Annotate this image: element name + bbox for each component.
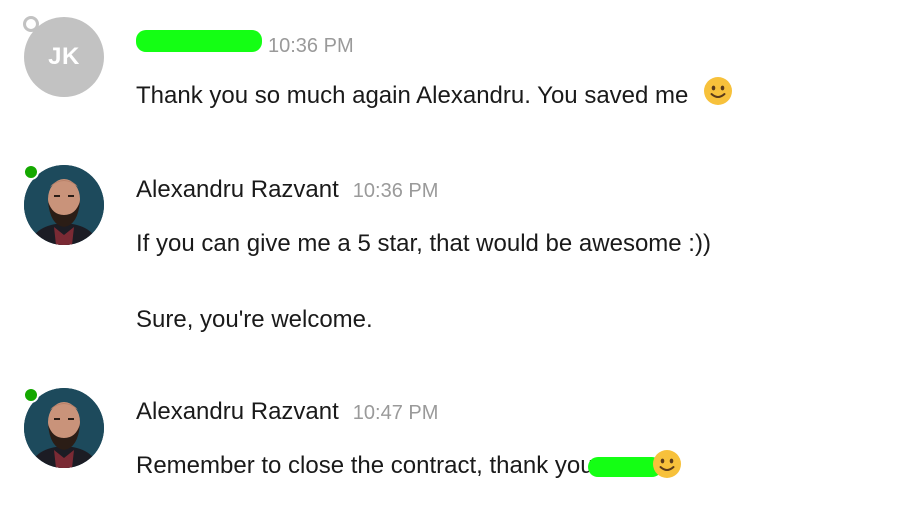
message-text: Remember to close the contract, thank yo… [136,449,682,480]
avatar[interactable]: JK [23,16,104,97]
message-timestamp: 10:47 PM [352,402,439,424]
sender-name[interactable]: Alexandru Razvant [136,398,339,426]
status-online-indicator [23,164,39,180]
message-header: Alexandru Razvant 10:36 PM [136,176,438,204]
status-offline-indicator [23,16,39,32]
message-header: 10:36 PM [136,30,354,58]
message-line: Remember to close the contract, thank yo… [136,452,594,479]
slightly-smiling-face-icon [652,449,681,478]
message-thread: JK 10:36 PM Thank you so much again Alex… [0,0,900,518]
sender-name[interactable]: Alexandru Razvant [136,176,339,204]
avatar[interactable] [23,387,104,468]
avatar[interactable] [23,164,104,245]
slightly-smiling-face-icon [704,76,733,105]
message-line: Sure, you're welcome. [136,306,373,333]
redacted-sender-name [136,30,262,52]
message-header: Alexandru Razvant 10:47 PM [136,398,438,426]
message-timestamp: 10:36 PM [352,180,439,202]
message-line: Thank you so much again Alexandru. You s… [136,82,689,109]
message-timestamp: 10:36 PM [268,35,354,57]
redacted-recipient-name [587,456,662,477]
status-online-indicator [23,387,39,403]
message-text: Thank you so much again Alexandru. You s… [136,76,733,110]
message-line: If you can give me a 5 star, that would … [136,230,711,257]
